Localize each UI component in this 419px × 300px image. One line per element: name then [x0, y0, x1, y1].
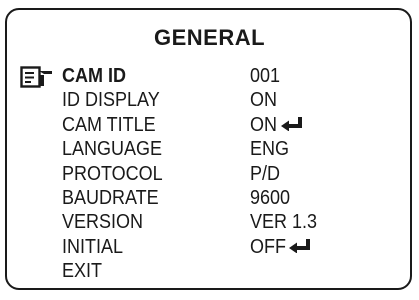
menu-item-protocol[interactable]: PROTOCOL P/D: [0, 162, 419, 186]
menu-item-label: LANGUAGE: [62, 138, 163, 161]
menu-item-value: ENG: [250, 138, 290, 161]
menu-item-exit[interactable]: EXIT: [0, 259, 419, 283]
menu-item-value: VER 1.3: [250, 211, 318, 234]
menu-item-label: CAM TITLE: [62, 113, 156, 136]
menu-item-label: EXIT: [62, 260, 103, 283]
menu-item-value: ON: [250, 89, 277, 112]
menu-item-baudrate[interactable]: BAUDRATE 9600: [0, 186, 419, 210]
menu-item-initial[interactable]: INITIAL OFF: [0, 235, 419, 259]
menu-item-id-display[interactable]: ID DISPLAY ON: [0, 88, 419, 112]
menu-item-value: 9600: [250, 186, 291, 209]
menu-item-value: ON: [250, 113, 277, 136]
menu-item-value: 001: [250, 65, 281, 87]
menu-item-label: BAUDRATE: [62, 186, 159, 209]
menu-item-cam-title[interactable]: CAM TITLE ON: [0, 113, 419, 137]
menu-title: GENERAL: [153, 25, 266, 50]
menu-item-label: CAM ID: [62, 65, 126, 87]
menu-item-version[interactable]: VERSION VER 1.3: [0, 210, 419, 234]
menu-item-label: PROTOCOL: [62, 162, 163, 185]
menu-item-language[interactable]: LANGUAGE ENG: [0, 137, 419, 161]
enter-arrow-icon: [289, 238, 310, 253]
menu-item-label: ID DISPLAY: [62, 89, 160, 112]
pointing-hand-cursor-icon: [20, 66, 52, 88]
menu-item-value: P/D: [250, 162, 281, 185]
enter-arrow-icon: [281, 116, 302, 131]
menu-item-value: OFF: [250, 235, 286, 258]
menu-list: CAM ID 001 ID DISPLAY ON CAM TITLE ON LA…: [0, 64, 419, 284]
menu-item-cam-id[interactable]: CAM ID 001: [0, 64, 419, 88]
menu-item-label: VERSION: [62, 211, 144, 234]
menu-item-label: INITIAL: [62, 235, 124, 258]
